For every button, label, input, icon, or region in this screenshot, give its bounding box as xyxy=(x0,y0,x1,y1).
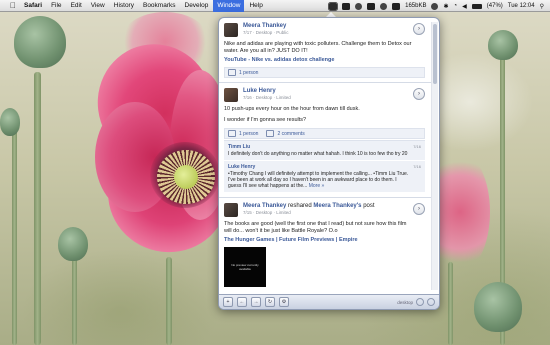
post: Luke Henry 7/16 · Desktop · Limited › 10… xyxy=(219,83,431,198)
network-activity-icon[interactable] xyxy=(392,2,401,10)
poppy-seed-pod xyxy=(0,108,20,136)
google-plus-icon[interactable]: + xyxy=(223,297,233,307)
post-link[interactable]: YouTube - Nike vs. adidas detox challeng… xyxy=(224,57,425,63)
comment-text: I definitely don't do anything no matter… xyxy=(228,151,408,157)
popover-toolbar: + ← → ↻ ⚙ desktop xyxy=(219,294,439,309)
apple-icon[interactable]:  xyxy=(8,1,18,10)
menu-bar:  Safari File Edit View History Bookmark… xyxy=(0,0,550,12)
menu-safari[interactable]: Safari xyxy=(24,2,42,9)
menu-help[interactable]: Help xyxy=(249,2,262,9)
avatar[interactable] xyxy=(224,23,238,37)
open-post-chevron-icon[interactable]: › xyxy=(413,23,425,35)
menu-window[interactable]: Window xyxy=(213,0,245,12)
dropbox-icon[interactable] xyxy=(367,2,376,10)
camera-icon[interactable] xyxy=(342,2,351,10)
menu-bookmarks[interactable]: Bookmarks xyxy=(143,2,176,9)
settings-gear-icon[interactable]: ⚙ xyxy=(279,297,289,307)
network-speed: 165bKB xyxy=(405,3,427,9)
comment-icon[interactable] xyxy=(266,130,275,137)
comment-time: 7/16 xyxy=(413,164,421,169)
plus-one-icon[interactable] xyxy=(228,69,236,76)
loading-spinner-icon xyxy=(416,298,424,306)
poppy-stem xyxy=(34,72,41,345)
volume-icon[interactable]: ◀ xyxy=(462,3,467,10)
post-text-2: I wonder if I'm gonna see results? xyxy=(224,117,307,123)
comment-count[interactable]: 2 comments xyxy=(277,131,304,137)
post: Meera Thankey 7/17 · Desktop · Public › … xyxy=(219,18,431,83)
poppy-seed-pod xyxy=(14,16,66,68)
comment-time: 7/16 xyxy=(413,144,421,149)
wifi-icon[interactable]: ◔ xyxy=(454,3,458,9)
thumbnail-caption: No preview currently available xyxy=(231,263,259,271)
comment: Luke Henry 7/16 •Timothy Chang I will de… xyxy=(224,161,425,193)
plus-one-count[interactable]: 1 person xyxy=(239,70,258,76)
poppy-seed-pod xyxy=(488,30,518,60)
menu-view[interactable]: View xyxy=(91,2,105,9)
post-actions: 1 person xyxy=(224,67,425,78)
avatar[interactable] xyxy=(224,88,238,102)
comment-text: •Timothy Chang I will definitely attempt… xyxy=(228,171,421,189)
spotlight-search-icon[interactable]: ⚲ xyxy=(540,3,544,10)
battery-icon[interactable] xyxy=(471,3,482,9)
comment-author[interactable]: Timm Liu xyxy=(228,144,421,150)
menu-history[interactable]: History xyxy=(114,2,134,9)
poppy-seed-pod xyxy=(58,227,88,261)
poppy-ovary xyxy=(174,165,198,189)
post-meta: 7/17 · Desktop · Public xyxy=(243,30,289,35)
comment-author[interactable]: Luke Henry xyxy=(228,164,421,170)
bluetooth-icon[interactable]: ✱ xyxy=(443,3,448,10)
google-plus-menu-icon[interactable] xyxy=(328,1,339,11)
forward-arrow-icon[interactable]: → xyxy=(251,297,261,307)
reshare-target[interactable]: Meera Thankey's xyxy=(313,203,361,209)
feed-scrollbar[interactable] xyxy=(431,22,438,290)
menu-edit[interactable]: Edit xyxy=(71,2,82,9)
menu-develop[interactable]: Develop xyxy=(185,2,209,9)
post-meta: 7/16 · Desktop · Limited xyxy=(243,95,291,100)
post-author[interactable]: Luke Henry xyxy=(243,88,291,94)
poppy-stem xyxy=(448,262,453,345)
post-author[interactable]: Meera Thankey xyxy=(243,203,286,209)
plus-one-icon[interactable] xyxy=(228,130,236,137)
status-area: 165bKB ✱ ◔ ◀ (47%) Tue 12:04 ⚲ xyxy=(328,0,544,12)
toolbar-status-text: desktop xyxy=(397,299,413,305)
poppy-stem xyxy=(12,122,17,345)
reshare-suffix: post xyxy=(363,203,375,209)
poppy-seed-pod xyxy=(474,282,522,332)
post-text: 10 push-ups every hour on the hour from … xyxy=(224,106,360,112)
poppy-stem xyxy=(166,257,172,345)
battery-percent: (47%) xyxy=(486,3,503,9)
post-text: The books are good (well the first one t… xyxy=(224,221,407,234)
comment: Timm Liu 7/16 I definitely don't do anyt… xyxy=(224,141,425,161)
post-author[interactable]: Meera Thankey xyxy=(243,23,289,29)
stream-feed[interactable]: Meera Thankey 7/17 · Desktop · Public › … xyxy=(219,18,431,294)
video-thumbnail[interactable]: No preview currently available xyxy=(224,247,266,287)
circle-status-icon[interactable] xyxy=(355,2,363,10)
avatar[interactable] xyxy=(224,203,238,217)
open-post-chevron-icon[interactable]: › xyxy=(413,203,425,215)
open-post-chevron-icon[interactable]: › xyxy=(413,88,425,100)
time-machine-icon[interactable] xyxy=(431,2,439,10)
post-actions: 1 person 2 comments xyxy=(224,128,425,139)
scroll-thumb[interactable] xyxy=(433,24,437,84)
sync-icon[interactable] xyxy=(380,2,388,10)
menu-file[interactable]: File xyxy=(51,2,61,9)
toolbar-status: desktop xyxy=(397,298,435,306)
more-link[interactable]: More » xyxy=(309,183,325,189)
google-plus-popover: Meera Thankey 7/17 · Desktop · Public › … xyxy=(218,17,440,310)
reshare-text: reshared xyxy=(288,203,312,209)
post-link[interactable]: The Hunger Games | Future Film Previews … xyxy=(224,237,425,243)
back-arrow-icon[interactable]: ← xyxy=(237,297,247,307)
refresh-icon[interactable]: ↻ xyxy=(265,297,275,307)
clock[interactable]: Tue 12:04 xyxy=(508,3,535,9)
post-meta: 7/15 · Desktop · Limited xyxy=(243,210,291,215)
comment-list: Timm Liu 7/16 I definitely don't do anyt… xyxy=(224,140,425,193)
resize-grip-icon[interactable] xyxy=(427,298,435,306)
post-text: Nike and adidas are playing with toxic p… xyxy=(224,41,412,54)
plus-one-count[interactable]: 1 person xyxy=(239,131,258,137)
post: Meera Thankey reshared Meera Thankey's p… xyxy=(219,198,431,291)
